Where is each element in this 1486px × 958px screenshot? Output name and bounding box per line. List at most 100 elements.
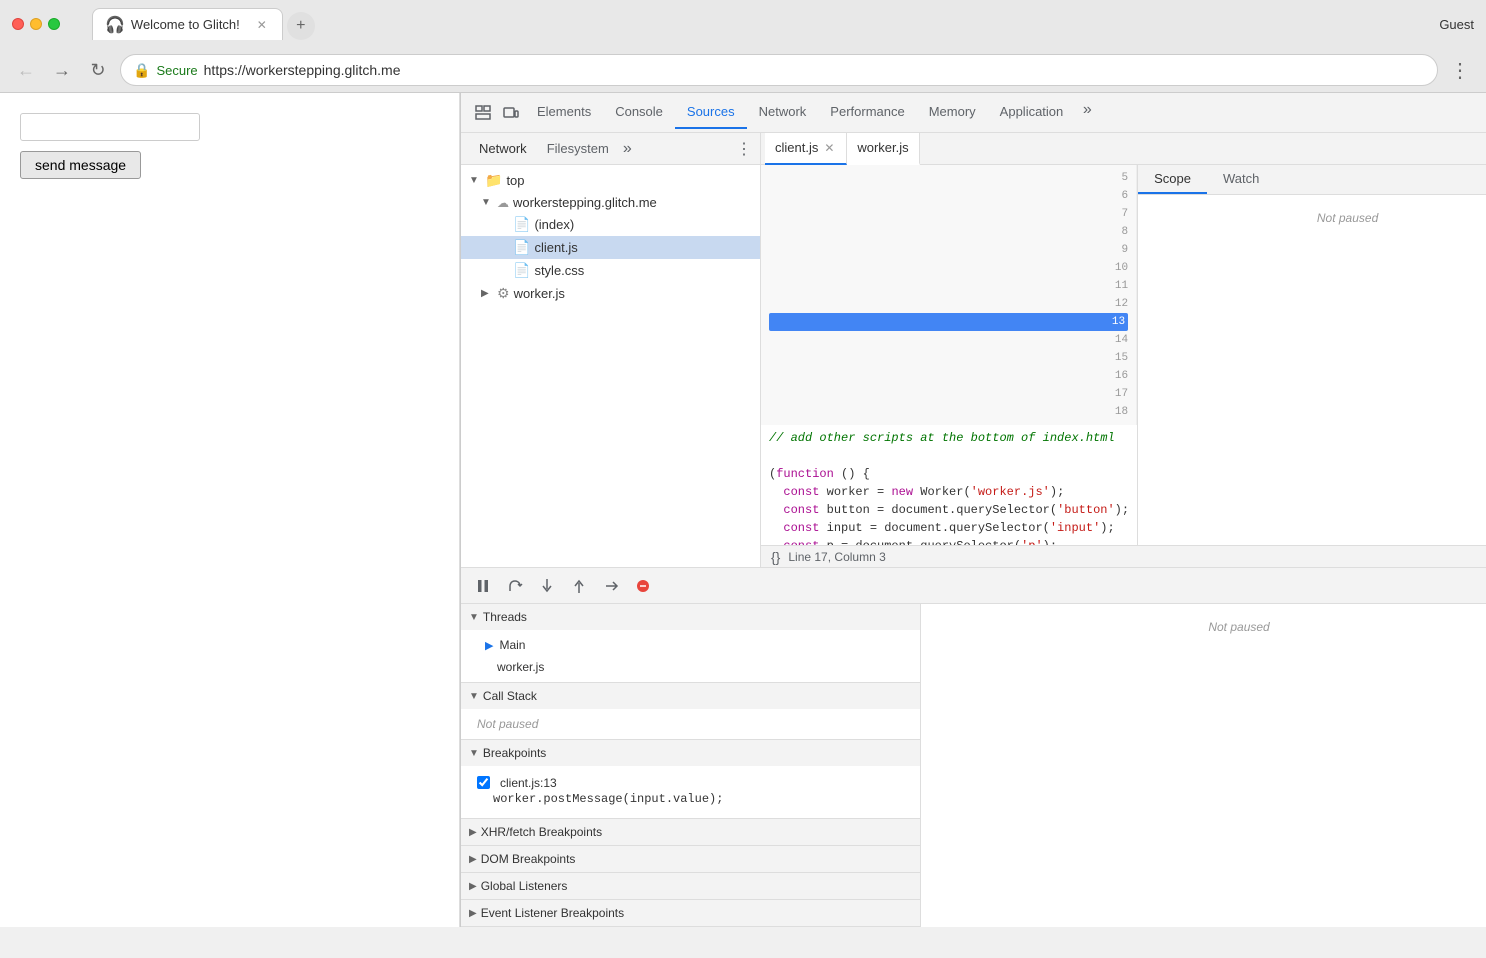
code-editor[interactable]: 5 6 7 8 9 10 11 12 13 14 15 16 1 — [761, 165, 1137, 545]
scope-tab-watch[interactable]: Watch — [1207, 165, 1275, 194]
code-tab-clientjs-label: client.js — [775, 140, 818, 155]
ft-more-button[interactable]: » — [623, 140, 632, 158]
device-toolbar-button[interactable] — [497, 99, 525, 127]
tab-close-icon[interactable]: ✕ — [254, 17, 270, 33]
tab-favicon: 🎧 — [105, 15, 125, 35]
breakpoint-checkbox[interactable] — [477, 776, 490, 789]
format-icon[interactable]: {} — [771, 549, 780, 565]
pause-exceptions-button[interactable] — [661, 572, 689, 600]
tree-item-top[interactable]: ▼ 📁 top — [461, 169, 760, 192]
thread-worker[interactable]: worker.js — [461, 656, 920, 678]
tree-label-stylecss: style.css — [534, 263, 584, 278]
step-button[interactable] — [597, 572, 625, 600]
breakpoint-item[interactable]: client.js:13 worker.postMessage(input.va… — [461, 770, 920, 814]
tree-item-workerjs[interactable]: ▶ ⚙ worker.js — [461, 282, 760, 305]
scope-bottom-status: Not paused — [921, 612, 1486, 642]
ft-menu-button[interactable]: ⋮ — [736, 139, 752, 159]
ft-tab-filesystem[interactable]: Filesystem — [537, 137, 619, 160]
breakpoints-header[interactable]: ▼ Breakpoints — [461, 740, 920, 766]
tab-network[interactable]: Network — [747, 96, 819, 129]
tab-elements[interactable]: Elements — [525, 96, 603, 129]
callstack-label: Call Stack — [483, 689, 537, 703]
breakpoints-content: client.js:13 worker.postMessage(input.va… — [461, 766, 920, 818]
event-breakpoints-section[interactable]: ▶ Event Listener Breakpoints — [461, 900, 920, 927]
code-tab-clientjs-close[interactable]: ✕ — [822, 141, 836, 155]
tree-item-domain[interactable]: ▼ ☁ workerstepping.glitch.me — [461, 192, 760, 213]
xhr-breakpoints-section[interactable]: ▶ XHR/fetch Breakpoints — [461, 819, 920, 846]
global-label: Global Listeners — [481, 879, 568, 893]
tab-memory[interactable]: Memory — [917, 96, 988, 129]
maximize-button[interactable] — [48, 18, 60, 30]
dom-label: DOM Breakpoints — [481, 852, 576, 866]
threads-section: ▼ Threads ▶ Main worker.js — [461, 604, 920, 683]
editor-and-right-panel: 5 6 7 8 9 10 11 12 13 14 15 16 1 — [761, 165, 1486, 545]
traffic-lights — [12, 18, 60, 30]
close-button[interactable] — [12, 18, 24, 30]
step-out-button[interactable] — [565, 572, 593, 600]
pause-button[interactable] — [469, 572, 497, 600]
ft-tab-network[interactable]: Network — [469, 137, 537, 160]
xhr-arrow: ▶ — [469, 827, 477, 838]
code-tab-workerjs[interactable]: worker.js — [847, 133, 919, 165]
tree-arrow-workerjs: ▶ — [481, 288, 493, 299]
code-statusbar: {} Line 17, Column 3 ▾ — [761, 545, 1486, 567]
file-tree: ▼ 📁 top ▼ ☁ workerstepping.glitch.me 📄 — [461, 165, 760, 567]
tree-label-top: top — [506, 173, 524, 188]
browser-tab-active[interactable]: 🎧 Welcome to Glitch! ✕ — [92, 8, 283, 40]
left-bottom-panel: ▼ Threads ▶ Main worker.js — [461, 604, 921, 927]
threads-content: ▶ Main worker.js — [461, 630, 920, 682]
thread-main[interactable]: ▶ Main — [461, 634, 920, 656]
url-bar[interactable]: 🔒 Secure https://workerstepping.glitch.m… — [120, 54, 1438, 86]
activate-breakpoints-button[interactable] — [629, 572, 657, 600]
threads-arrow: ▼ — [469, 612, 479, 623]
cloud-icon: ☁ — [497, 196, 509, 210]
thread-worker-label: worker.js — [497, 660, 544, 674]
url-text: https://workerstepping.glitch.me — [204, 62, 401, 78]
tree-label-index: (index) — [534, 217, 574, 232]
bottom-panels: ▼ Threads ▶ Main worker.js — [461, 604, 1486, 927]
tree-arrow-domain: ▼ — [481, 197, 493, 208]
folder-icon: 📁 — [485, 172, 502, 189]
send-message-button[interactable]: send message — [20, 151, 141, 179]
callstack-status: Not paused — [461, 709, 920, 739]
code-tab-clientjs[interactable]: client.js ✕ — [765, 133, 847, 165]
threads-header[interactable]: ▼ Threads — [461, 604, 920, 630]
new-tab-button[interactable]: + — [287, 12, 315, 40]
tab-application[interactable]: Application — [988, 96, 1076, 129]
event-arrow: ▶ — [469, 908, 477, 919]
dom-breakpoints-section[interactable]: ▶ DOM Breakpoints — [461, 846, 920, 873]
tab-console[interactable]: Console — [603, 96, 675, 129]
forward-button[interactable]: → — [48, 56, 76, 84]
inspect-element-button[interactable] — [469, 99, 497, 127]
tab-sources[interactable]: Sources — [675, 96, 747, 129]
breakpoint-label: client.js:13 — [500, 776, 557, 790]
file-tree-panel: Network Filesystem » ⋮ ▼ 📁 top ▼ ☁ — [461, 133, 761, 567]
right-bottom-panel: Not paused — [921, 604, 1486, 927]
back-button[interactable]: ← — [12, 56, 40, 84]
tree-item-clientjs[interactable]: 📄 client.js — [461, 236, 760, 259]
tab-performance[interactable]: Performance — [818, 96, 916, 129]
secure-lock-icon: 🔒 — [133, 62, 150, 79]
global-listeners-section[interactable]: ▶ Global Listeners — [461, 873, 920, 900]
tree-label-workerjs: worker.js — [514, 286, 565, 301]
more-tabs-button[interactable]: » — [1075, 96, 1099, 124]
code-content[interactable]: // add other scripts at the bottom of in… — [761, 425, 1137, 545]
minimize-button[interactable] — [30, 18, 42, 30]
breakpoint-code: worker.postMessage(input.value); — [477, 790, 904, 808]
tree-item-index[interactable]: 📄 (index) — [461, 213, 760, 236]
sources-panel: Network Filesystem » ⋮ ▼ 📁 top ▼ ☁ — [461, 133, 1486, 567]
step-into-button[interactable] — [533, 572, 561, 600]
scope-tab-scope[interactable]: Scope — [1138, 165, 1207, 194]
tab-title: Welcome to Glitch! — [131, 17, 240, 32]
reload-button[interactable]: ↻ — [84, 56, 112, 84]
cursor-position: Line 17, Column 3 — [788, 550, 885, 564]
browser-menu-button[interactable]: ⋮ — [1446, 56, 1474, 84]
breakpoints-arrow: ▼ — [469, 748, 479, 759]
step-over-button[interactable] — [501, 572, 529, 600]
tree-item-stylecss[interactable]: 📄 style.css — [461, 259, 760, 282]
worker-icon: ⚙ — [497, 285, 510, 302]
dom-arrow: ▶ — [469, 854, 477, 865]
callstack-header[interactable]: ▼ Call Stack — [461, 683, 920, 709]
code-tab-workerjs-label: worker.js — [857, 140, 908, 155]
message-input[interactable] — [20, 113, 200, 141]
